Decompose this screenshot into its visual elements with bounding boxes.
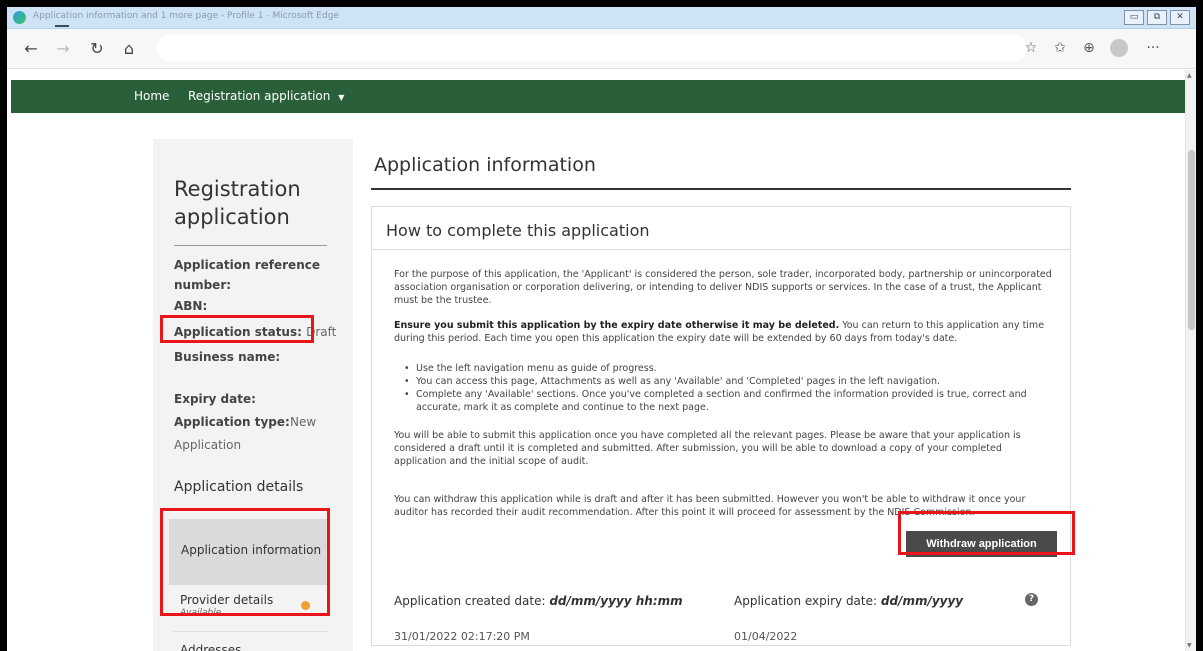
- application-type-label: Application type:: [174, 415, 290, 429]
- ref-number-label: Application reference number:: [174, 258, 320, 292]
- sidebar-item-divider: [173, 631, 329, 632]
- status-label: Application status:: [174, 325, 302, 339]
- restore-icon[interactable]: ⧉: [1147, 10, 1167, 25]
- expiry-date-field-label: Application expiry date: dd/mm/yyyy: [734, 594, 963, 608]
- forward-icon[interactable]: →: [53, 39, 73, 58]
- list-item: You can access this page, Attachments as…: [394, 375, 1054, 388]
- more-icon[interactable]: ···: [1143, 40, 1163, 56]
- panel-divider: [372, 249, 1070, 250]
- scroll-down-icon[interactable]: ▼: [1187, 642, 1192, 649]
- intro-paragraph: For the purpose of this application, the…: [394, 269, 1052, 306]
- nav-home-link[interactable]: Home: [134, 89, 169, 103]
- business-name-label: Business name:: [174, 350, 281, 364]
- created-label-text: Application created date:: [394, 594, 546, 608]
- home-icon[interactable]: ⌂: [119, 39, 139, 58]
- sidebar: Registration application Application ref…: [153, 139, 353, 651]
- nav-registration-menu[interactable]: Registration application ▼: [188, 89, 344, 103]
- status-value: Draft: [306, 325, 337, 339]
- expiry-label-text: Application expiry date:: [734, 594, 878, 608]
- scrollbar-thumb[interactable]: [1188, 150, 1195, 330]
- back-icon[interactable]: ←: [21, 39, 41, 58]
- list-item: Use the left navigation menu as guide of…: [394, 362, 1054, 375]
- expiry-paragraph: Ensure you submit this application by th…: [394, 319, 1054, 345]
- nav-registration-label: Registration application: [188, 89, 331, 103]
- read-aloud-icon[interactable]: ☆: [1021, 40, 1041, 56]
- sidebar-item-application-information[interactable]: Application information: [169, 519, 327, 585]
- address-bar[interactable]: [157, 35, 1027, 61]
- application-details-heading: Application details: [174, 479, 304, 495]
- status-dot-icon: [301, 601, 310, 610]
- expiry-format: dd/mm/yyyy: [880, 594, 964, 608]
- scroll-up-icon[interactable]: ▲: [1187, 72, 1192, 79]
- created-date-label: Application created date: dd/mm/yyyy hh:…: [394, 594, 683, 608]
- profile-icon[interactable]: [1110, 39, 1128, 57]
- sidebar-divider: [174, 245, 327, 246]
- application-type-value-2: Application: [174, 438, 242, 452]
- page-title: Application information: [374, 154, 596, 176]
- page-scrollbar[interactable]: ▲ ▼: [1185, 70, 1196, 651]
- application-status: Application status: Draft: [174, 325, 336, 339]
- withdraw-application-button[interactable]: Withdraw application: [906, 531, 1057, 557]
- help-icon[interactable]: ?: [1025, 593, 1038, 606]
- tab-indicator: [55, 25, 69, 27]
- caret-down-icon: ▼: [338, 93, 345, 102]
- title-bar: Application information and 1 more page …: [7, 7, 1196, 29]
- edge-logo-icon: [13, 11, 26, 24]
- info-panel: How to complete this application For the…: [371, 206, 1071, 646]
- sidebar-title: Registration application: [174, 177, 301, 229]
- sidebar-item-provider-details[interactable]: Provider details Available: [180, 593, 273, 618]
- list-item: Complete any 'Available' sections. Once …: [394, 388, 1054, 414]
- panel-title: How to complete this application: [386, 221, 650, 240]
- abn-label: ABN:: [174, 299, 208, 313]
- close-icon[interactable]: ✕: [1170, 10, 1190, 25]
- expiry-date-label: Expiry date:: [174, 392, 256, 406]
- sidebar-item-label: Application information: [181, 543, 322, 557]
- refresh-icon[interactable]: ↻: [87, 39, 107, 58]
- expiry-warning: Ensure you submit this application by th…: [394, 320, 840, 331]
- minimize-icon[interactable]: ▭: [1124, 10, 1144, 25]
- page-viewport: Home Registration application ▼ Registra…: [7, 70, 1185, 651]
- title-divider: [371, 188, 1071, 190]
- submission-paragraph: You will be able to submit this applicat…: [394, 430, 1021, 467]
- guidance-list: Use the left navigation menu as guide of…: [394, 362, 1054, 414]
- expiry-date-value: 01/04/2022: [734, 630, 798, 643]
- collections-icon[interactable]: ⊕: [1079, 40, 1099, 56]
- browser-window: Application information and 1 more page …: [7, 7, 1196, 651]
- created-date-value: 31/01/2022 02:17:20 PM: [394, 630, 530, 643]
- browser-toolbar: ← → ↻ ⌂ ☆ ✩ ⊕ ···: [7, 29, 1196, 69]
- sidebar-item-addresses[interactable]: Addresses: [180, 643, 241, 651]
- sidebar-item-status: Available: [180, 608, 222, 618]
- window-title: Application information and 1 more page …: [33, 11, 339, 21]
- created-format: dd/mm/yyyy hh:mm: [549, 594, 683, 608]
- favorites-icon[interactable]: ✩: [1050, 40, 1070, 56]
- site-nav-bar: Home Registration application ▼: [11, 80, 1185, 113]
- sidebar-item-label: Addresses: [180, 643, 242, 651]
- sidebar-item-label: Provider details: [180, 593, 274, 607]
- withdraw-paragraph: You can withdraw this application while …: [394, 494, 1026, 518]
- application-type-value-1: New: [290, 415, 317, 429]
